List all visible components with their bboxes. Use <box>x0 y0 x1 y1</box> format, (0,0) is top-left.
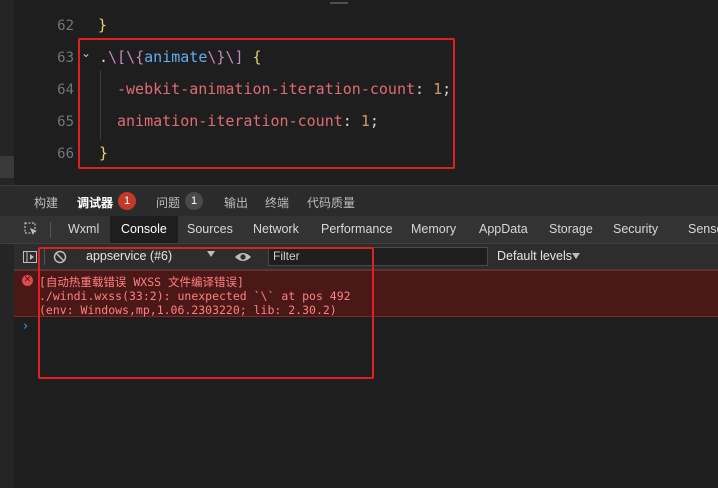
line-number: 64 <box>57 82 74 98</box>
inspect-element-icon[interactable] <box>24 222 38 236</box>
toolbar-divider <box>44 249 45 265</box>
property-value: 1 <box>433 80 443 98</box>
tab-sources[interactable]: Sources <box>179 216 241 243</box>
panel-divider <box>50 222 51 238</box>
tab-code-quality[interactable]: 代码质量 <box>307 194 355 211</box>
tab-output[interactable]: 输出 <box>224 194 248 211</box>
filter-input[interactable]: Filter <box>268 247 488 266</box>
closing-brace: } <box>99 144 109 162</box>
indent-guide <box>100 70 101 140</box>
code-line-66: 66 } <box>0 138 718 170</box>
code-line-62: 62 } <box>0 10 718 42</box>
log-levels-dropdown-icon[interactable] <box>572 253 580 259</box>
error-location: ./windi.wxss(33:2): unexpected `\` at po… <box>39 289 351 303</box>
context-select[interactable]: appservice (#6) <box>86 249 172 263</box>
tab-debugger-label: 调试器 <box>77 196 114 210</box>
tab-appdata[interactable]: AppData <box>471 216 536 243</box>
semicolon: ; <box>369 112 379 130</box>
selector-name: animate <box>144 48 208 66</box>
code-line-65: 65 animation-iteration-count: 1; <box>0 106 718 138</box>
tab-console[interactable]: Console <box>110 216 178 243</box>
selector-escape: \{ <box>126 48 145 66</box>
tab-build[interactable]: 构建 <box>34 194 58 211</box>
error-icon: ✕ <box>22 275 33 286</box>
line-number: 62 <box>57 18 74 34</box>
line-number: 66 <box>57 146 74 162</box>
devtools-outer-tabbar: 构建 调试器 问题 输出 终端 代码质量 <box>0 185 718 220</box>
tab-wxml[interactable]: Wxml <box>60 216 107 243</box>
log-levels-select[interactable]: Default levels <box>497 249 572 263</box>
colon: : <box>415 80 434 98</box>
tab-sensors[interactable]: Senso <box>680 216 718 243</box>
code-editor[interactable]: 62 } 63 ⌄ .\[\{animate\}\] { 64 -webkit-… <box>0 0 718 185</box>
devtools-panel-tabbar: Wxml Console Sources Network Performance… <box>0 216 718 244</box>
tab-storage[interactable]: Storage <box>541 216 601 243</box>
tab-network[interactable]: Network <box>245 216 307 243</box>
tab-security[interactable]: Security <box>605 216 666 243</box>
semicolon: ; <box>442 80 452 98</box>
console-toolbar: appservice (#6) Filter Default levels <box>0 244 718 270</box>
toggle-sidebar-icon[interactable] <box>23 251 37 263</box>
colon: : <box>342 112 361 130</box>
closing-brace: } <box>98 16 108 34</box>
live-expression-eye-icon[interactable] <box>234 251 252 263</box>
tab-performance[interactable]: Performance <box>313 216 401 243</box>
css-declaration: animation-iteration-count: 1; <box>117 112 379 130</box>
line-number: 65 <box>57 114 74 130</box>
property-value: 1 <box>360 112 370 130</box>
error-title: [自动热重载错误 WXSS 文件编译错误] <box>39 275 244 289</box>
selector-escape: \] <box>225 48 244 66</box>
tab-issues[interactable]: 问题 <box>156 194 180 211</box>
clear-console-icon[interactable] <box>53 250 67 264</box>
selector-escape: \} <box>207 48 226 66</box>
tab-memory[interactable]: Memory <box>403 216 464 243</box>
tab-debugger[interactable]: 调试器 <box>77 194 114 220</box>
console-prompt-icon[interactable]: › <box>23 319 28 334</box>
code-line-64: 64 -webkit-animation-iteration-count: 1; <box>0 74 718 106</box>
selector-escape: \[ <box>108 48 127 66</box>
property-name: -webkit-animation-iteration-count <box>117 80 416 98</box>
console-left-gutter <box>0 244 14 488</box>
selector-dot: . <box>99 48 109 66</box>
previous-line-remnant <box>330 0 348 4</box>
error-environment: (env: Windows,mp,1.06.2303220; lib: 2.30… <box>39 303 337 317</box>
css-selector: .\[\{animate\}\] { <box>99 48 262 66</box>
console-error-message[interactable]: ✕ [自动热重载错误 WXSS 文件编译错误] ./windi.wxss(33:… <box>14 270 718 317</box>
debugger-error-badge: 1 <box>118 192 136 210</box>
line-number: 63 <box>57 50 74 66</box>
code-line-63: 63 ⌄ .\[\{animate\}\] { <box>0 42 718 74</box>
css-declaration: -webkit-animation-iteration-count: 1; <box>117 80 451 98</box>
issues-count-badge: 1 <box>185 192 203 210</box>
fold-chevron-icon[interactable]: ⌄ <box>81 46 91 60</box>
opening-brace: { <box>243 48 262 66</box>
property-name: animation-iteration-count <box>117 112 343 130</box>
tab-terminal[interactable]: 终端 <box>265 194 289 211</box>
context-dropdown-icon[interactable] <box>207 251 215 257</box>
